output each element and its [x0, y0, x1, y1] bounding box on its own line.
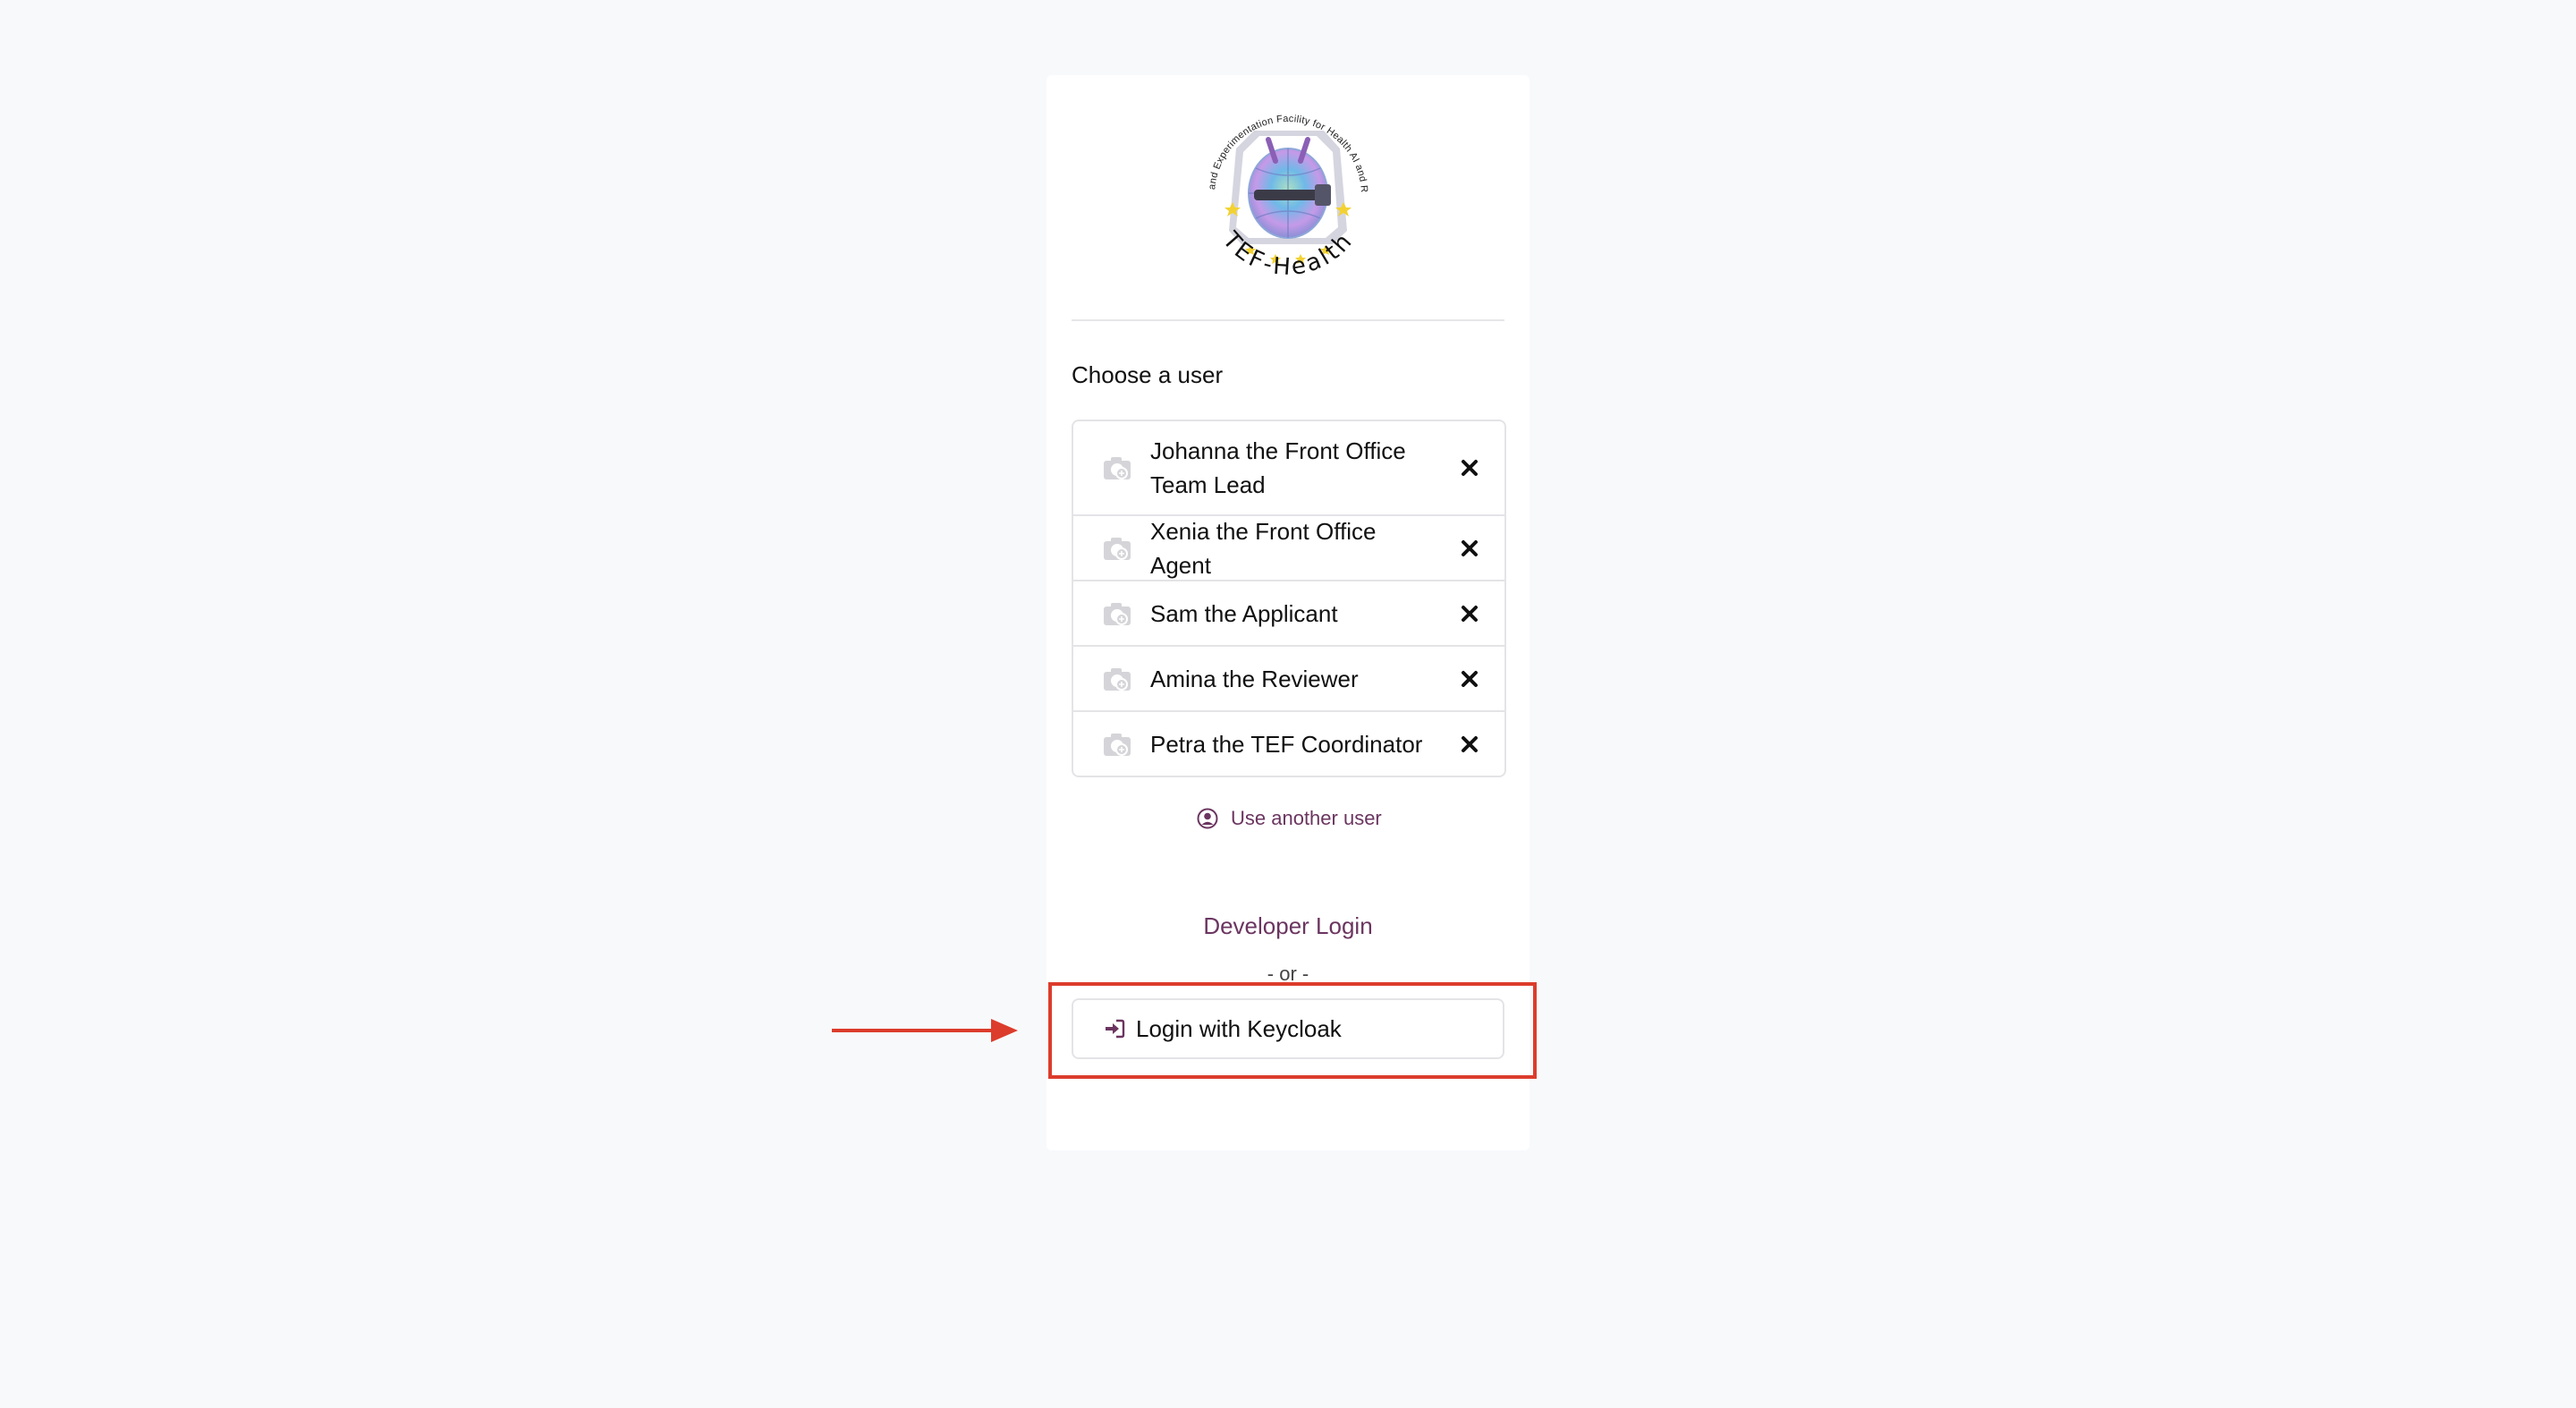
user-row-petra[interactable]: Petra the TEF Coordinator: [1073, 710, 1504, 776]
user-list: Johanna the Front Office Team Lead Xenia…: [1072, 420, 1506, 777]
close-icon[interactable]: [1460, 734, 1479, 754]
use-another-user-label: Use another user: [1231, 807, 1382, 829]
user-row-amina[interactable]: Amina the Reviewer: [1073, 645, 1504, 710]
close-icon[interactable]: [1460, 458, 1479, 478]
user-name: Petra the TEF Coordinator: [1150, 730, 1423, 758]
user-row-xenia[interactable]: Xenia the Front Office Agent: [1073, 514, 1504, 580]
page: Testing and Experimentation Facility for…: [0, 0, 2576, 1408]
close-icon[interactable]: [1460, 669, 1479, 689]
use-another-user-link[interactable]: Use another user: [1197, 805, 1382, 832]
close-icon[interactable]: [1460, 604, 1479, 623]
user-name: Amina the Reviewer: [1150, 665, 1359, 692]
camera-icon: [1104, 733, 1131, 756]
camera-icon: [1104, 457, 1131, 479]
user-row-johanna[interactable]: Johanna the Front Office Team Lead: [1073, 421, 1504, 514]
camera-icon: [1104, 602, 1131, 625]
annotation-arrow-icon: [832, 1019, 1018, 1042]
close-icon[interactable]: [1460, 539, 1479, 558]
tef-health-logo: Testing and Experimentation Facility for…: [1187, 89, 1386, 299]
user-name: Xenia the Front Office Agent: [1150, 517, 1377, 579]
logo-graphic: Testing and Experimentation Facility for…: [1187, 89, 1369, 281]
annotation-highlight-box: [1048, 982, 1537, 1079]
choose-user-title: Choose a user: [1072, 361, 1224, 388]
user-circle-icon: [1197, 808, 1218, 829]
user-name: Johanna the Front Office Team Lead: [1150, 437, 1406, 498]
camera-icon: [1104, 667, 1131, 691]
developer-login-link[interactable]: Developer Login: [1046, 912, 1530, 940]
logo-divider: [1072, 319, 1504, 321]
user-name: Sam the Applicant: [1150, 599, 1338, 627]
user-row-sam[interactable]: Sam the Applicant: [1073, 580, 1504, 645]
camera-icon: [1104, 537, 1131, 560]
